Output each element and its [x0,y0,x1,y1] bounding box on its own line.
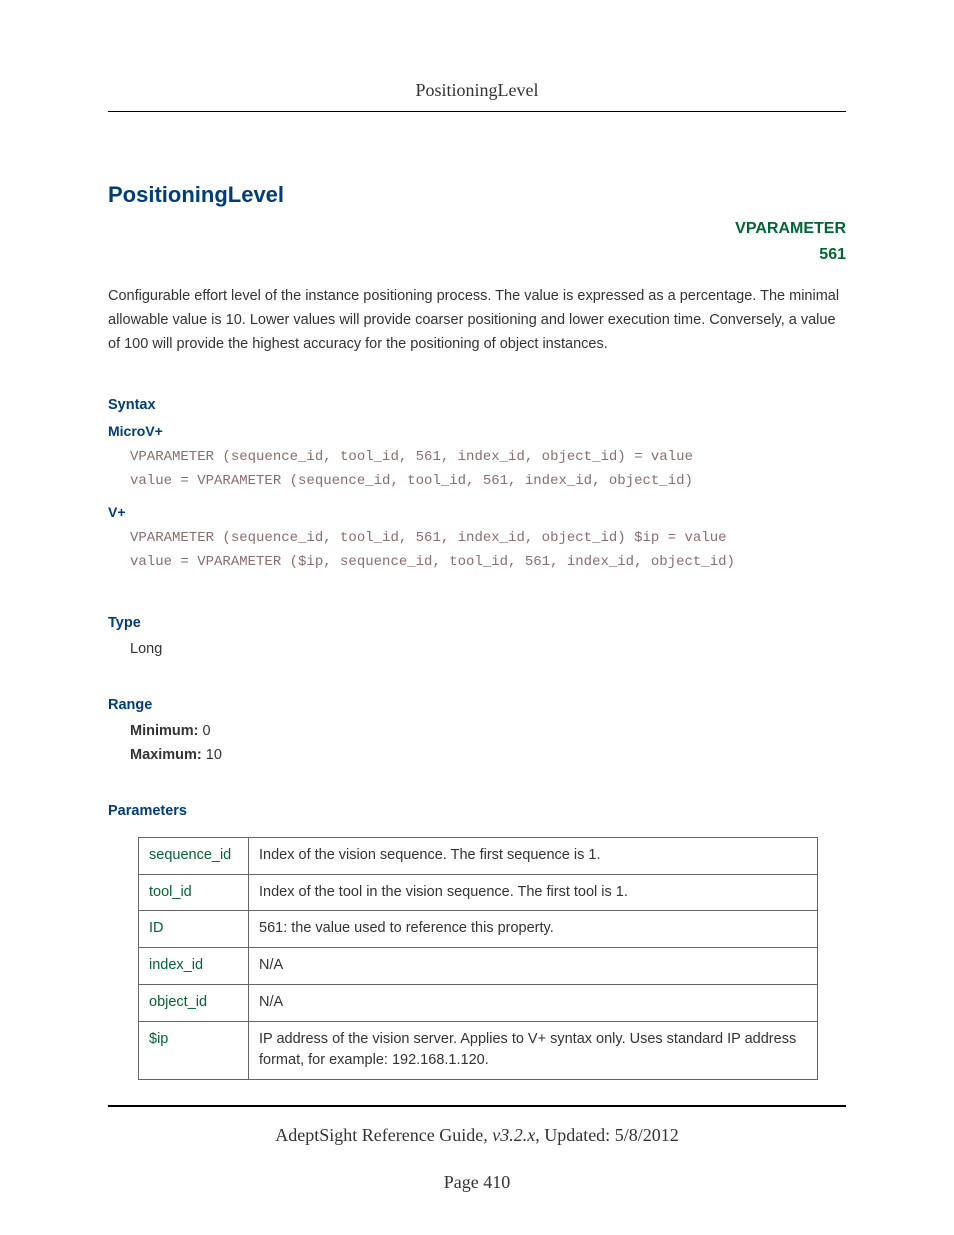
param-name: ID [139,911,249,948]
max-label: Maximum: [130,747,202,763]
type-value: Long [130,641,846,657]
code-line: VPARAMETER (sequence_id, tool_id, 561, i… [130,530,727,546]
guide-name: AdeptSight Reference Guide [275,1125,483,1145]
table-row: object_id N/A [139,984,818,1021]
footer-rule [108,1105,846,1107]
page-title: PositioningLevel [108,182,846,208]
page-value: 410 [483,1172,510,1192]
updated-label: , Updated: [535,1125,614,1145]
syntax-heading: Syntax [108,397,846,413]
param-name: $ip [139,1021,249,1080]
vplus-code: VPARAMETER (sequence_id, tool_id, 561, i… [130,526,846,575]
param-name: sequence_id [139,837,249,874]
microv-label: MicroV+ [108,423,846,439]
max-value: 10 [206,747,222,763]
guide-version: v3.2.x [492,1125,535,1145]
badge-label: VPARAMETER [108,216,846,242]
updated-date: 5/8/2012 [615,1125,679,1145]
table-row: ID 561: the value used to reference this… [139,911,818,948]
description-text: Configurable effort level of the instanc… [108,285,846,357]
type-heading: Type [108,615,846,631]
running-header: PositioningLevel [108,80,846,112]
min-value: 0 [203,723,211,739]
min-label: Minimum: [130,723,198,739]
vplus-label: V+ [108,504,846,520]
badge-id: 561 [108,242,846,268]
param-name: index_id [139,948,249,985]
page-label: Page [444,1172,484,1192]
table-row: sequence_id Index of the vision sequence… [139,837,818,874]
param-desc: N/A [249,948,818,985]
param-name: tool_id [139,874,249,911]
table-row: $ip IP address of the vision server. App… [139,1021,818,1080]
code-line: value = VPARAMETER (sequence_id, tool_id… [130,473,693,489]
param-desc: IP address of the vision server. Applies… [249,1021,818,1080]
parameters-heading: Parameters [108,803,846,819]
range-block: Minimum: 0 Maximum: 10 [130,723,846,763]
code-line: VPARAMETER (sequence_id, tool_id, 561, i… [130,449,693,465]
parameters-table: sequence_id Index of the vision sequence… [138,837,818,1080]
param-desc: Index of the tool in the vision sequence… [249,874,818,911]
page-footer: AdeptSight Reference Guide, v3.2.x, Upda… [108,1105,846,1193]
footer-citation: AdeptSight Reference Guide, v3.2.x, Upda… [108,1125,846,1146]
param-desc: Index of the vision sequence. The first … [249,837,818,874]
microv-code: VPARAMETER (sequence_id, tool_id, 561, i… [130,445,846,494]
table-row: tool_id Index of the tool in the vision … [139,874,818,911]
footer-sep: , [483,1125,492,1145]
param-desc: N/A [249,984,818,1021]
range-min: Minimum: 0 [130,723,846,739]
page-number: Page 410 [108,1172,846,1193]
vparameter-badge: VPARAMETER 561 [108,216,846,267]
table-row: index_id N/A [139,948,818,985]
range-max: Maximum: 10 [130,747,846,763]
param-name: object_id [139,984,249,1021]
code-line: value = VPARAMETER ($ip, sequence_id, to… [130,554,735,570]
param-desc: 561: the value used to reference this pr… [249,911,818,948]
range-heading: Range [108,697,846,713]
